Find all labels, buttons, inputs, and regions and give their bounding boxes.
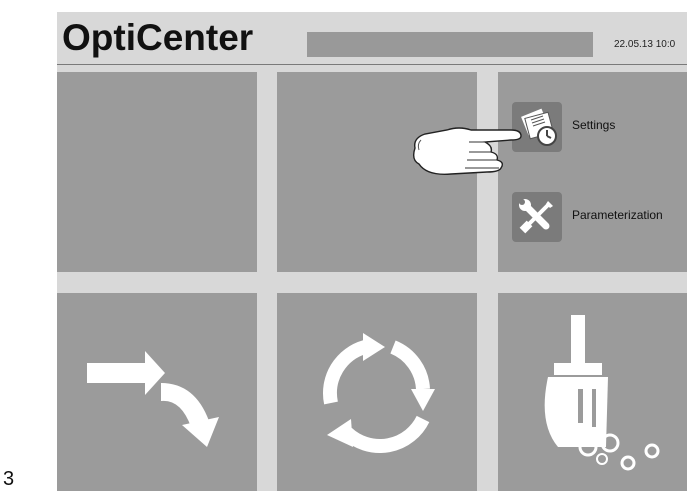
datetime: 22.05.13 10:0 bbox=[614, 39, 676, 50]
wrench-screwdriver-icon bbox=[519, 199, 553, 234]
settings-label: Settings bbox=[572, 118, 616, 132]
status-bar bbox=[307, 32, 593, 57]
tile-bottom-right[interactable] bbox=[498, 293, 687, 491]
header: OptiCenter 22.05.13 10:0 bbox=[57, 12, 687, 64]
parameterization-label: Parameterization bbox=[572, 208, 663, 222]
tile-bottom-middle[interactable] bbox=[277, 293, 477, 491]
curved-arrow-icon bbox=[87, 351, 219, 447]
app-title: OptiCenter bbox=[62, 17, 254, 58]
parameterization-icon[interactable] bbox=[512, 192, 562, 242]
header-divider bbox=[57, 64, 687, 65]
cycle-arrows-icon bbox=[323, 333, 435, 453]
hmi-screen: OptiCenter 22.05.13 10:0 Settings Parame… bbox=[57, 12, 687, 491]
pointing-hand-icon bbox=[412, 127, 522, 175]
settings-menu-item[interactable]: Settings bbox=[512, 102, 687, 154]
tile-bottom-left[interactable] bbox=[57, 293, 257, 491]
broom-icon bbox=[544, 315, 660, 471]
tile-top-left[interactable] bbox=[57, 72, 257, 272]
parameterization-menu-item[interactable]: Parameterization bbox=[512, 192, 687, 244]
page-number: 3 bbox=[3, 468, 15, 490]
